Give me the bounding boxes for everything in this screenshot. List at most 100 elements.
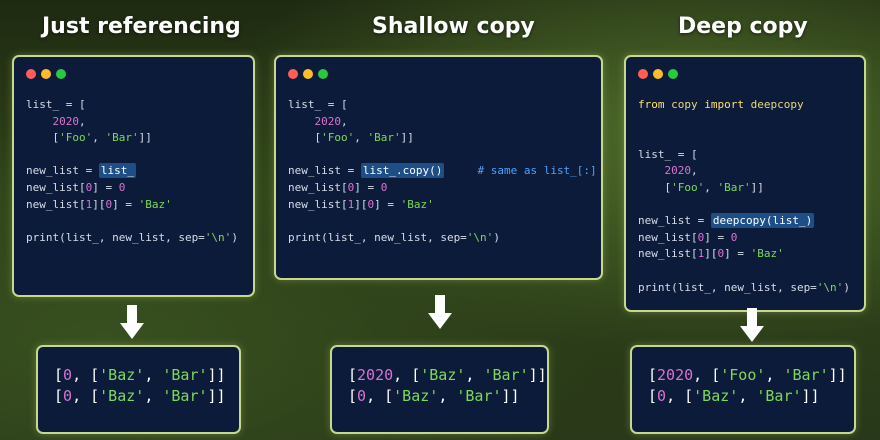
code-text: new_list = <box>26 164 99 178</box>
code-text: ] = <box>724 247 751 261</box>
code-string: '\n' <box>466 230 494 244</box>
code-block: list_ = [ 2020, ['Foo', 'Bar']] new_list… <box>26 98 238 244</box>
code-string: 'Bar' <box>367 131 401 145</box>
window-controls <box>288 69 328 79</box>
code-string: 'Baz' <box>400 197 434 211</box>
code-string: '\n' <box>816 280 844 294</box>
code-window-shallow: list_ = [ 2020, ['Foo', 'Bar']] new_list… <box>274 55 603 280</box>
code-number: 2020 <box>52 114 80 128</box>
code-string: '\n' <box>204 230 232 244</box>
code-string: 'Foo' <box>321 131 355 145</box>
code-text: ] = <box>112 197 139 211</box>
code-string: 'Foo' <box>671 180 705 194</box>
code-line: list_ = [ <box>638 147 698 161</box>
minimize-dot-icon <box>303 69 313 79</box>
code-text: ) <box>231 230 238 244</box>
code-line: list_ = [ <box>26 98 86 111</box>
code-text: print(list_, new_list, sep= <box>288 230 467 244</box>
code-function: deepcopy <box>750 98 804 111</box>
output-box-deep: [2020, ['Foo', 'Bar']] [0, ['Baz', 'Bar'… <box>630 345 856 434</box>
code-line: list_ = [ <box>288 98 348 111</box>
code-string: 'Baz' <box>138 197 172 211</box>
output-string: 'Baz' <box>420 366 466 384</box>
output-number: 2020 <box>357 366 394 384</box>
column-title-shallow: Shallow copy <box>372 14 535 39</box>
output-number: 2020 <box>657 366 694 384</box>
code-string: 'Foo' <box>59 131 93 145</box>
code-block: from copy import deepcopy list_ = [ 2020… <box>638 98 850 294</box>
output-string: 'Bar' <box>756 387 802 405</box>
code-text: ] = <box>354 180 381 194</box>
code-string: 'Bar' <box>105 131 139 145</box>
code-module: copy <box>671 98 698 111</box>
code-text: new_list[ <box>638 247 698 261</box>
code-text: ][ <box>354 197 368 211</box>
code-text: new_list[ <box>288 197 348 211</box>
maximize-dot-icon <box>318 69 328 79</box>
output-number: 0 <box>63 366 73 384</box>
code-text: ) <box>843 280 850 294</box>
code-window-referencing: list_ = [ 2020, ['Foo', 'Bar']] new_list… <box>12 55 255 297</box>
code-text: print(list_, new_list, sep= <box>638 280 817 294</box>
maximize-dot-icon <box>668 69 678 79</box>
code-text: ][ <box>92 197 106 211</box>
output-box-shallow: [2020, ['Baz', 'Bar']] [0, ['Baz', 'Bar'… <box>330 345 549 434</box>
output-number: 0 <box>357 387 367 405</box>
highlighted-code: list_.copy() <box>360 163 445 179</box>
window-controls <box>26 69 66 79</box>
maximize-dot-icon <box>56 69 66 79</box>
output-string: 'Bar' <box>783 366 829 384</box>
code-string: 'Bar' <box>717 180 751 194</box>
minimize-dot-icon <box>653 69 663 79</box>
code-number: 0 <box>730 230 738 244</box>
close-dot-icon <box>288 69 298 79</box>
output-string: 'Baz' <box>393 387 439 405</box>
code-comment: # same as list_[:] <box>477 164 597 178</box>
window-controls <box>638 69 678 79</box>
code-number: 2020 <box>314 114 342 128</box>
output-string: 'Baz' <box>99 387 145 405</box>
output-text: [2020, ['Foo', 'Bar']] [0, ['Baz', 'Bar'… <box>648 366 847 405</box>
code-number: 0 <box>118 180 126 194</box>
down-arrow-icon <box>428 295 452 329</box>
code-text: ][ <box>704 247 718 261</box>
output-text: [0, ['Baz', 'Bar']] [0, ['Baz', 'Bar']] <box>54 366 226 405</box>
code-text: new_list = <box>638 214 711 228</box>
output-string: 'Baz' <box>99 366 145 384</box>
highlighted-code: list_ <box>98 163 136 179</box>
close-dot-icon <box>26 69 36 79</box>
output-box-referencing: [0, ['Baz', 'Bar']] [0, ['Baz', 'Bar']] <box>36 345 241 434</box>
code-text: ] = <box>704 230 731 244</box>
down-arrow-icon <box>740 308 764 342</box>
code-text: ] = <box>374 197 401 211</box>
code-text: ] = <box>92 180 119 194</box>
code-block: list_ = [ 2020, ['Foo', 'Bar']] new_list… <box>288 98 597 244</box>
code-text: new_list[ <box>26 197 86 211</box>
code-keyword: import <box>704 98 744 111</box>
code-text: ) <box>493 230 500 244</box>
column-title-deep: Deep copy <box>678 14 808 39</box>
output-number: 0 <box>657 387 667 405</box>
down-arrow-icon <box>120 305 144 339</box>
output-string: 'Bar' <box>162 366 208 384</box>
output-text: [2020, ['Baz', 'Bar']] [0, ['Baz', 'Bar'… <box>348 366 547 405</box>
output-string: 'Foo' <box>720 366 766 384</box>
code-number: 0 <box>380 180 388 194</box>
close-dot-icon <box>638 69 648 79</box>
output-string: 'Bar' <box>456 387 502 405</box>
minimize-dot-icon <box>41 69 51 79</box>
output-number: 0 <box>63 387 73 405</box>
column-title-referencing: Just referencing <box>42 14 241 39</box>
code-text: print(list_, new_list, sep= <box>26 230 205 244</box>
code-text: new_list = <box>288 164 361 178</box>
output-string: 'Bar' <box>162 387 208 405</box>
output-string: 'Bar' <box>483 366 529 384</box>
code-text: new_list[ <box>26 180 86 194</box>
output-string: 'Baz' <box>693 387 739 405</box>
code-window-deep: from copy import deepcopy list_ = [ 2020… <box>624 55 866 312</box>
code-number: 2020 <box>664 164 692 178</box>
code-keyword: from <box>638 98 665 111</box>
code-text: new_list[ <box>288 180 348 194</box>
code-text: new_list[ <box>638 230 698 244</box>
highlighted-code: deepcopy(list_) <box>710 213 815 229</box>
